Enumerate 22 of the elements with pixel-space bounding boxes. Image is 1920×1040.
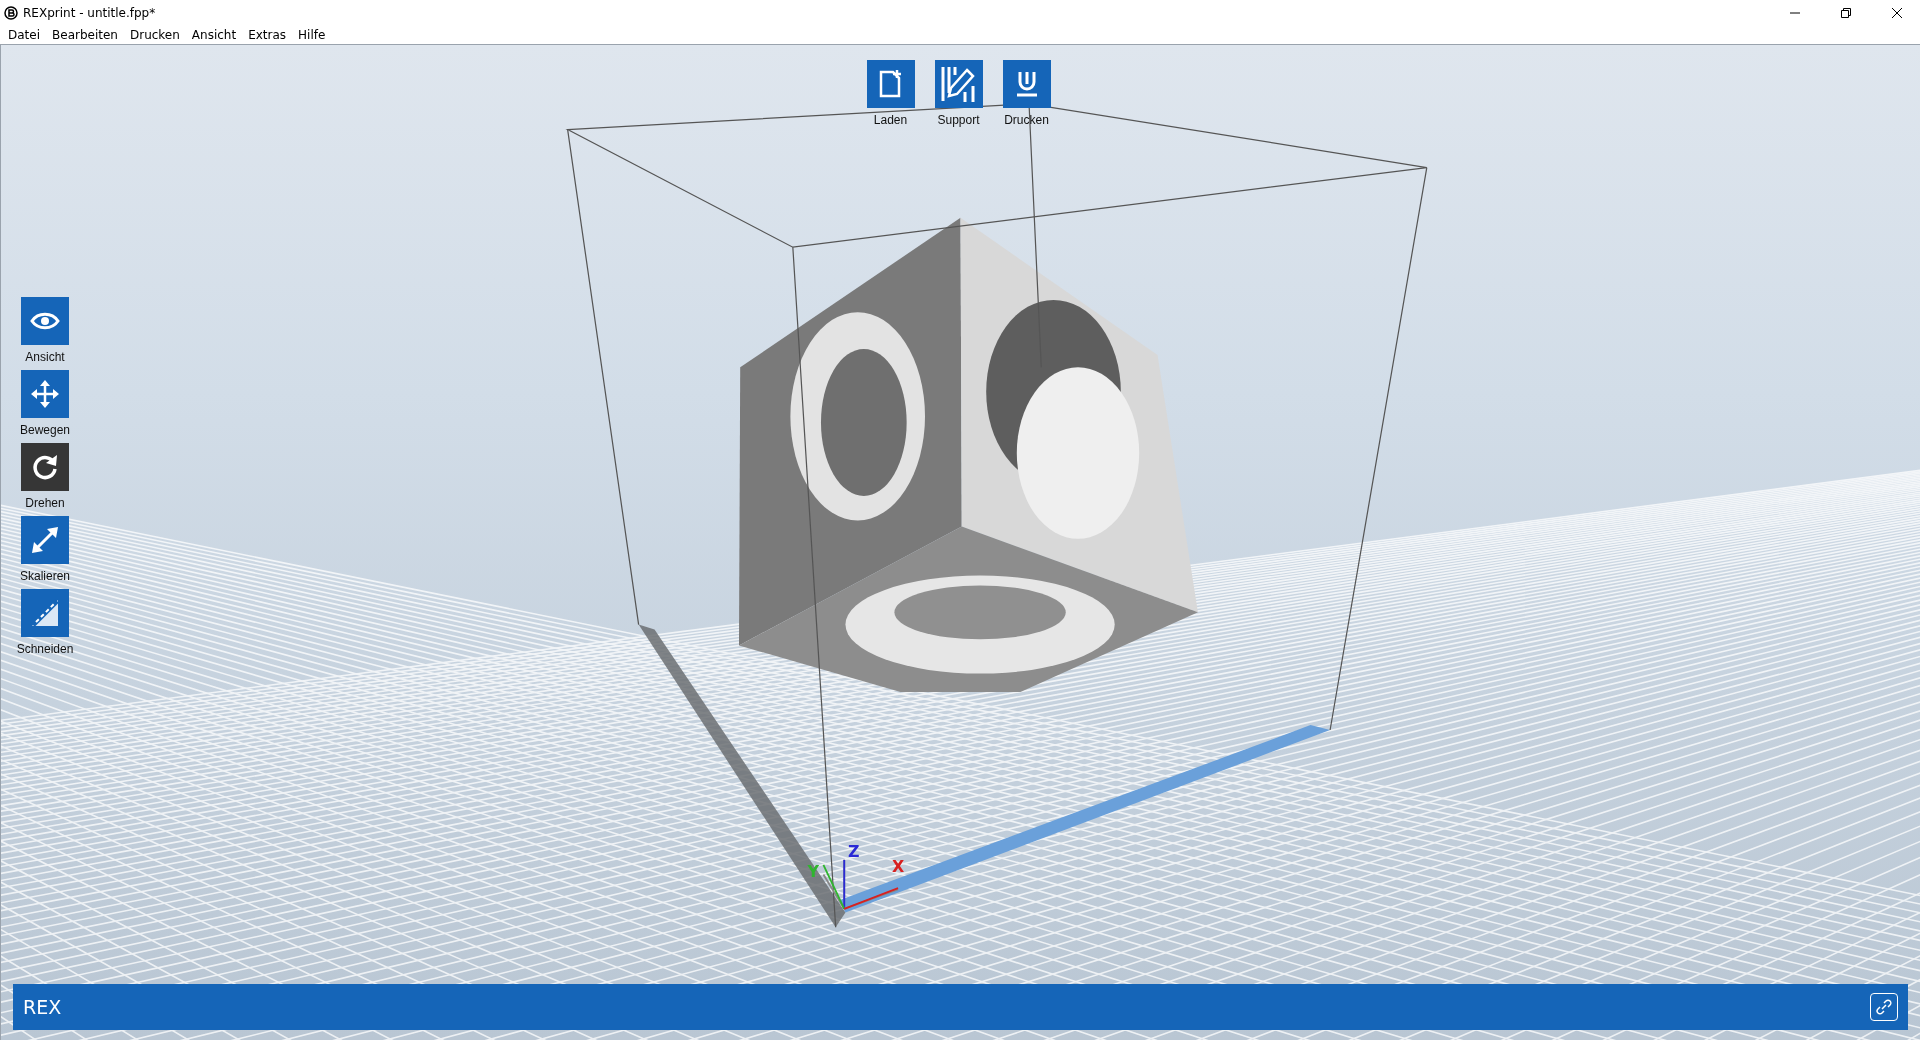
link-button[interactable] <box>1870 993 1898 1021</box>
window-title: REXprint - untitle.fpp* <box>23 6 156 20</box>
app-logo-icon <box>4 6 18 20</box>
menu-item[interactable]: Drucken <box>123 28 186 42</box>
menu-item[interactable]: Hilfe <box>292 28 332 42</box>
eye-icon <box>30 311 60 331</box>
menu-item[interactable]: Bearbeiten <box>46 28 124 42</box>
status-text: REX <box>23 996 62 1018</box>
diagonal-arrow-icon <box>30 525 60 555</box>
menu-item[interactable]: Extras <box>242 28 293 42</box>
link-icon <box>1875 998 1893 1016</box>
close-icon <box>1891 7 1903 19</box>
menu-item[interactable]: Ansicht <box>185 28 243 42</box>
restore-icon <box>1840 7 1852 19</box>
menu-item[interactable]: Datei <box>2 28 46 42</box>
axis-label: Z <box>847 842 860 862</box>
new-file-icon <box>877 69 904 99</box>
axis-label: X <box>891 857 905 877</box>
axis-label: Y <box>807 862 820 882</box>
move-arrows-icon <box>30 379 60 409</box>
rotate-icon <box>30 452 60 482</box>
cut-icon <box>30 598 60 628</box>
